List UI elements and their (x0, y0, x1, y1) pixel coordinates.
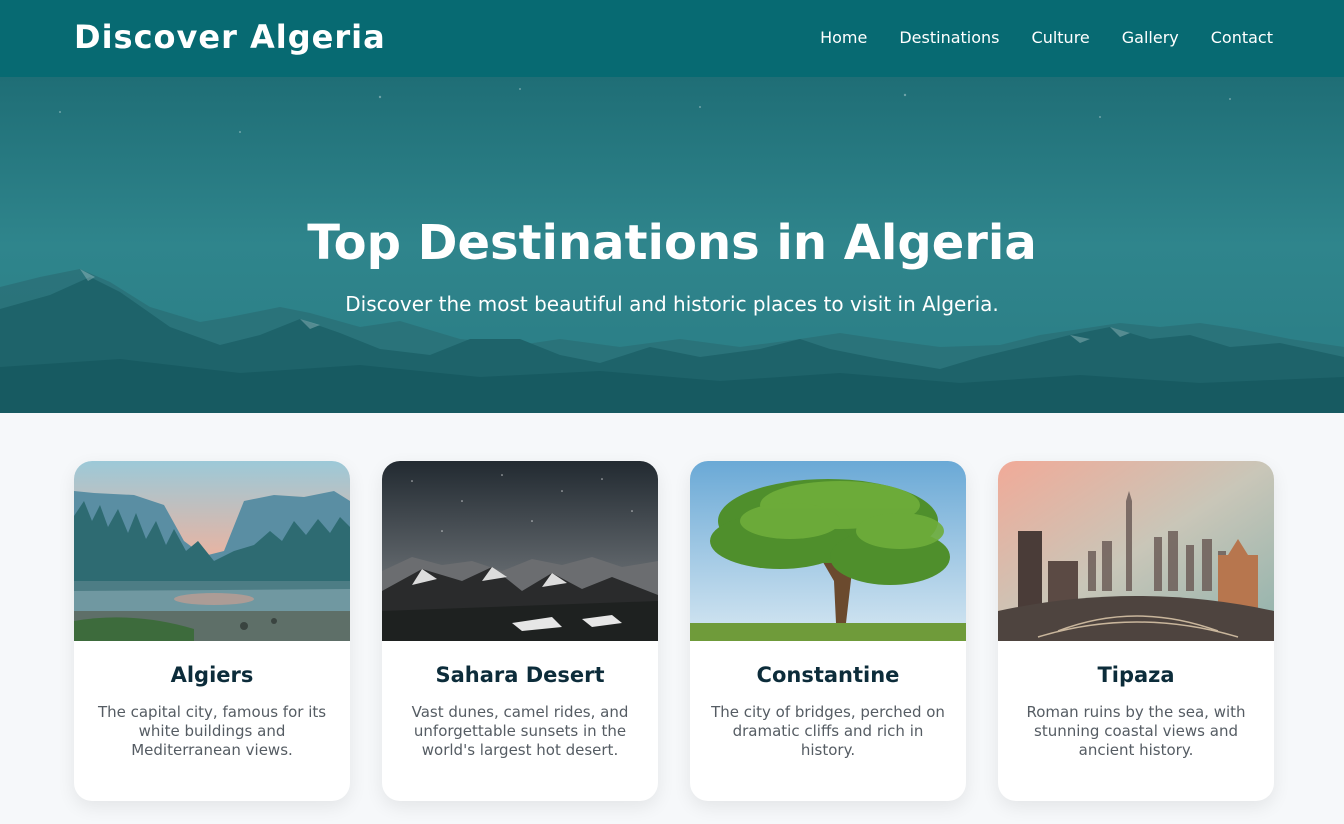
destination-card-constantine[interactable]: Constantine The city of bridges, perched… (690, 461, 966, 801)
nav-gallery-link[interactable]: Gallery (1122, 28, 1179, 47)
lone-tree-image (690, 461, 966, 641)
card-title: Constantine (756, 663, 900, 687)
nav-culture-link[interactable]: Culture (1032, 28, 1090, 47)
nav-home-link[interactable]: Home (820, 28, 867, 47)
card-description: Roman ruins by the sea, with stunning co… (1026, 703, 1246, 759)
card-title: Algiers (170, 663, 254, 687)
destination-card-sahara[interactable]: Sahara Desert Vast dunes, camel rides, a… (382, 461, 658, 801)
nav-contact-link[interactable]: Contact (1211, 28, 1273, 47)
destination-card-tipaza[interactable]: Tipaza Roman ruins by the sea, with stun… (998, 461, 1274, 801)
forest-lake-image (74, 461, 350, 641)
hero-title: Top Destinations in Algeria (307, 215, 1037, 271)
main-nav: Home Destinations Culture Gallery Contac… (820, 28, 1273, 47)
destination-cards: Algiers The capital city, famous for its… (74, 461, 1274, 801)
destination-card-algiers[interactable]: Algiers The capital city, famous for its… (74, 461, 350, 801)
mountain-night-image (382, 461, 658, 641)
brand-logo[interactable]: Discover Algeria (74, 18, 386, 56)
card-title: Tipaza (1097, 663, 1175, 687)
card-description: The capital city, famous for its white b… (97, 703, 327, 759)
card-description: The city of bridges, perched on dramatic… (711, 703, 945, 759)
hero-subtitle: Discover the most beautiful and historic… (345, 292, 999, 316)
city-skyline-image (998, 461, 1274, 641)
card-description: Vast dunes, camel rides, and unforgettab… (411, 703, 629, 759)
card-title: Sahara Desert (435, 663, 605, 687)
hero-banner: Top Destinations in Algeria Discover the… (0, 77, 1344, 413)
site-header: Discover Algeria Home Destinations Cultu… (0, 0, 1344, 77)
nav-destinations-link[interactable]: Destinations (899, 28, 999, 47)
